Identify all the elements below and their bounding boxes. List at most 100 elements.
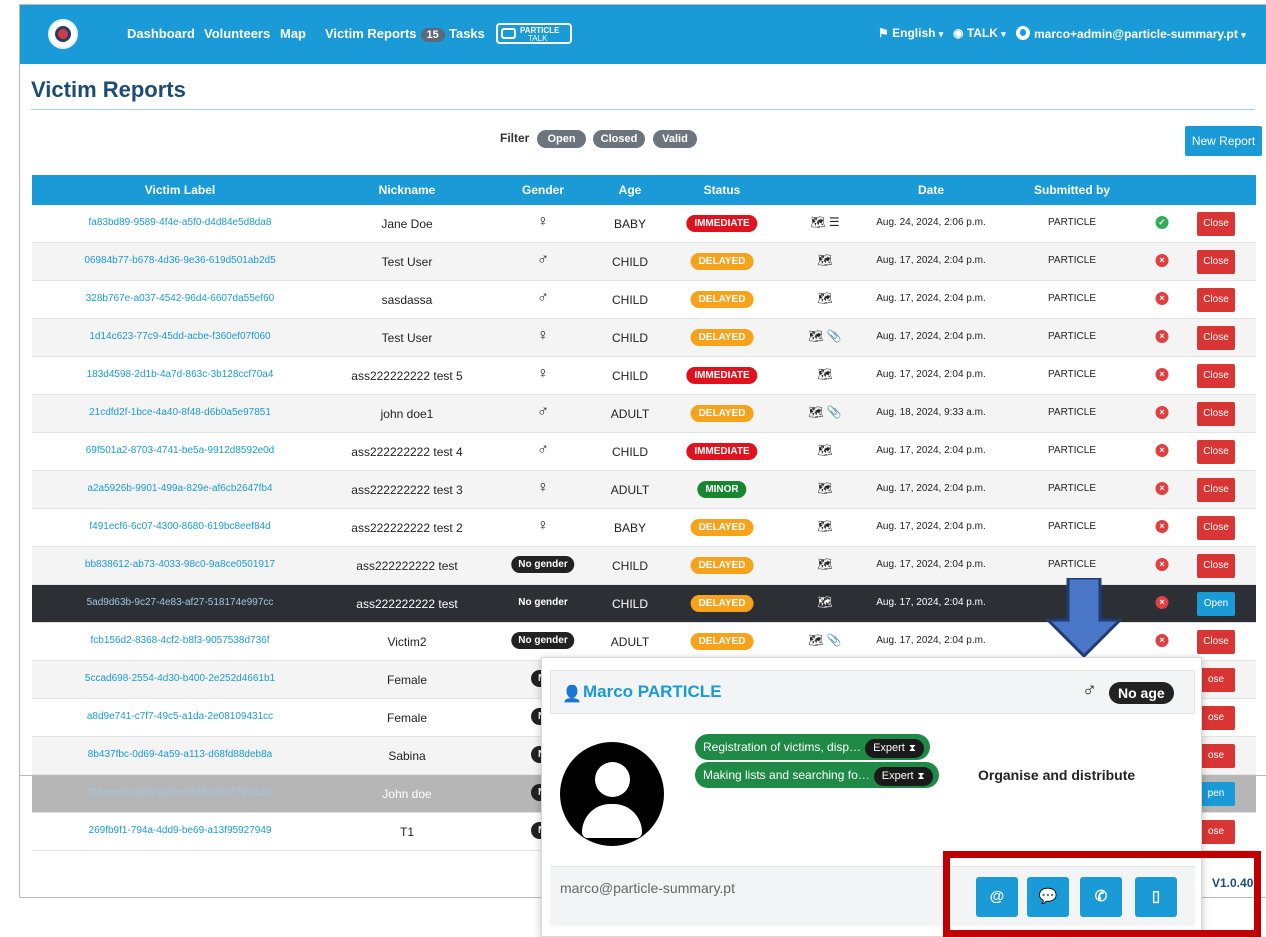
close-button[interactable]: Close <box>1197 554 1235 578</box>
close-button[interactable]: Close <box>1197 250 1235 274</box>
map-icon: 🗺 <box>810 215 829 229</box>
victim-label-link[interactable]: f14aead0-ab39-426e-9048-28fa77feb13e <box>89 787 272 798</box>
app-logo-icon[interactable] <box>48 19 78 49</box>
col-gender[interactable]: Gender <box>522 183 564 197</box>
date-cell: Aug. 17, 2024, 2:04 p.m. <box>876 331 986 342</box>
submitted-by-cell: PARTICLE <box>1048 369 1096 380</box>
particle-talk-logo[interactable]: PARTICLE TALK <box>496 23 572 44</box>
email-button[interactable]: @ <box>976 877 1018 917</box>
close-button[interactable]: Close <box>1197 516 1235 540</box>
map-icon: 🗺 <box>817 291 833 305</box>
open-button[interactable]: pen <box>1197 782 1235 806</box>
table-row[interactable]: fa83bd89-9589-4f4e-a5f0-d4d84e5d8da8 Jane… <box>32 205 1256 243</box>
avatar <box>560 742 664 846</box>
nickname-cell: Female <box>386 711 428 725</box>
close-button[interactable]: Close <box>1197 478 1235 502</box>
victim-label-link[interactable]: 5ccad698-2554-4d30-b400-2e252d4661b1 <box>85 673 275 684</box>
date-cell: Aug. 17, 2024, 2:04 p.m. <box>876 369 986 380</box>
filter-valid[interactable]: Valid <box>653 130 697 148</box>
victim-label-link[interactable]: bb838612-ab73-4033-98c0-9a8ce0501917 <box>85 559 275 570</box>
chat-button[interactable]: 💬 <box>1027 877 1069 917</box>
nav-tasks[interactable]: Tasks <box>449 26 485 41</box>
call-button[interactable]: ✆ <box>1080 877 1122 917</box>
close-button[interactable]: Close <box>1197 212 1235 236</box>
filter-closed[interactable]: Closed <box>593 130 645 148</box>
male-icon: ♂ <box>537 289 549 306</box>
submitted-by-cell: PARTICLE <box>1048 559 1096 570</box>
col-age[interactable]: Age <box>619 183 642 197</box>
close-button[interactable]: Close <box>1197 402 1235 426</box>
table-row[interactable]: 69f501a2-8703-4741-be5a-9912d8592e0d ass2… <box>32 433 1256 471</box>
col-status[interactable]: Status <box>704 183 741 197</box>
close-button[interactable]: ose <box>1197 744 1235 768</box>
table-row[interactable]: 1d14c623-77c9-45dd-acbe-f360ef07f060 Test… <box>32 319 1256 357</box>
victim-label-link[interactable]: 328b767e-a037-4542-96d4-6607da55ef60 <box>86 293 275 304</box>
status-badge: DELAYED <box>690 405 754 422</box>
x-circle-icon: × <box>1155 406 1169 419</box>
nav-volunteers[interactable]: Volunteers <box>204 26 270 41</box>
close-button[interactable]: Close <box>1197 364 1235 388</box>
x-circle-icon: × <box>1155 368 1169 381</box>
male-icon: ♂ <box>537 403 549 420</box>
victim-label-link[interactable]: a8d9e741-c7f7-49c5-a1da-2e08109431cc <box>87 711 273 722</box>
victim-label-link[interactable]: 8b437fbc-0d69-4a59-a113-d68fd88deb8a <box>88 749 272 760</box>
col-date[interactable]: Date <box>918 183 944 197</box>
nav-dashboard[interactable]: Dashboard <box>127 26 195 41</box>
language-label: English <box>892 26 936 40</box>
expert-badge: Expert ⧗ <box>865 739 924 758</box>
close-button[interactable]: ose <box>1197 820 1235 844</box>
col-nickname[interactable]: Nickname <box>379 183 436 197</box>
close-button[interactable]: ose <box>1197 706 1235 730</box>
female-icon: ♀ <box>537 517 549 534</box>
age-cell: CHILD <box>611 597 649 611</box>
victim-label-link[interactable]: 1d14c623-77c9-45dd-acbe-f360ef07f060 <box>89 331 270 342</box>
sms-button[interactable]: ▯ <box>1135 877 1177 917</box>
col-victim-label[interactable]: Victim Label <box>145 183 215 197</box>
date-cell: Aug. 17, 2024, 2:04 p.m. <box>876 559 986 570</box>
table-row[interactable]: 328b767e-a037-4542-96d4-6607da55ef60 sasd… <box>32 281 1256 319</box>
age-cell: CHILD <box>611 331 649 345</box>
col-submitted-by[interactable]: Submitted by <box>1034 183 1110 197</box>
talk-dropdown[interactable]: ◉ TALK ▾ <box>953 26 1006 40</box>
victim-label-link[interactable]: 06984b77-b678-4d36-9e36-619d501ab2d5 <box>84 255 275 266</box>
victim-label-link[interactable]: fcb156d2-8368-4cf2-b8f3-9057538d736f <box>90 635 269 646</box>
nav-victim-reports[interactable]: Victim Reports 15 <box>325 26 445 42</box>
victim-label-link[interactable]: 183d4598-2d1b-4a7d-863c-3b128ccf70a4 <box>87 369 274 380</box>
age-cell: CHILD <box>611 293 649 307</box>
victim-label-link[interactable]: a2a5926b-9901-499a-829e-af6cb2647fb4 <box>87 483 272 494</box>
close-button[interactable]: Close <box>1197 288 1235 312</box>
open-button[interactable]: Open <box>1197 592 1235 616</box>
flag-icon: ⚑ <box>878 26 889 40</box>
filter-label: Filter <box>500 131 530 145</box>
submitted-by-cell: PARTICLE <box>1048 331 1096 342</box>
status-badge: DELAYED <box>690 633 754 650</box>
table-row[interactable]: f491ecf6-6c07-4300-8680-619bc8eef84d ass2… <box>32 509 1256 547</box>
table-row[interactable]: 06984b77-b678-4d36-9e36-619d501ab2d5 Test… <box>32 243 1256 281</box>
close-button[interactable]: Close <box>1197 630 1235 654</box>
skill-plain: Organise and distribute <box>978 767 1136 783</box>
paperclip-icon: 📎 <box>826 633 842 647</box>
close-button[interactable]: ose <box>1197 668 1235 692</box>
victim-label-link[interactable]: 21cdfd2f-1bce-4a40-8f48-d6b0a5e97851 <box>89 407 271 418</box>
user-dropdown[interactable]: marco+admin@particle-summary.pt ▾ <box>1016 26 1246 41</box>
table-row[interactable]: 183d4598-2d1b-4a7d-863c-3b128ccf70a4 ass2… <box>32 357 1256 395</box>
close-button[interactable]: Close <box>1197 326 1235 350</box>
filter-open[interactable]: Open <box>537 130 586 148</box>
table-row[interactable]: a2a5926b-9901-499a-829e-af6cb2647fb4 ass2… <box>32 471 1256 509</box>
map-icon: 🗺 <box>817 519 833 533</box>
x-circle-icon: × <box>1155 634 1169 647</box>
status-badge: DELAYED <box>690 253 754 270</box>
language-dropdown[interactable]: ⚑ English ▾ <box>878 26 943 40</box>
close-button[interactable]: Close <box>1197 440 1235 464</box>
x-circle-icon: × <box>1155 520 1169 533</box>
nav-map[interactable]: Map <box>280 26 306 41</box>
victim-label-link[interactable]: 69f501a2-8703-4741-be5a-9912d8592e0d <box>86 445 275 456</box>
victim-label-link[interactable]: fa83bd89-9589-4f4e-a5f0-d4d84e5d8da8 <box>89 217 272 228</box>
victim-label-link[interactable]: f491ecf6-6c07-4300-8680-619bc8eef84d <box>89 521 270 532</box>
victim-label-link[interactable]: 269fb9f1-794a-4dd9-be69-a13f95927949 <box>89 825 272 836</box>
page-title: Victim Reports <box>31 77 186 102</box>
new-report-button[interactable]: New Report <box>1185 126 1262 156</box>
victim-label-link[interactable]: 5ad9d63b-9c27-4e83-af27-518174e997cc <box>87 597 274 608</box>
map-icon: 🗺 <box>817 253 833 267</box>
table-row[interactable]: 21cdfd2f-1bce-4a40-8f48-d6b0a5e97851 john… <box>32 395 1256 433</box>
